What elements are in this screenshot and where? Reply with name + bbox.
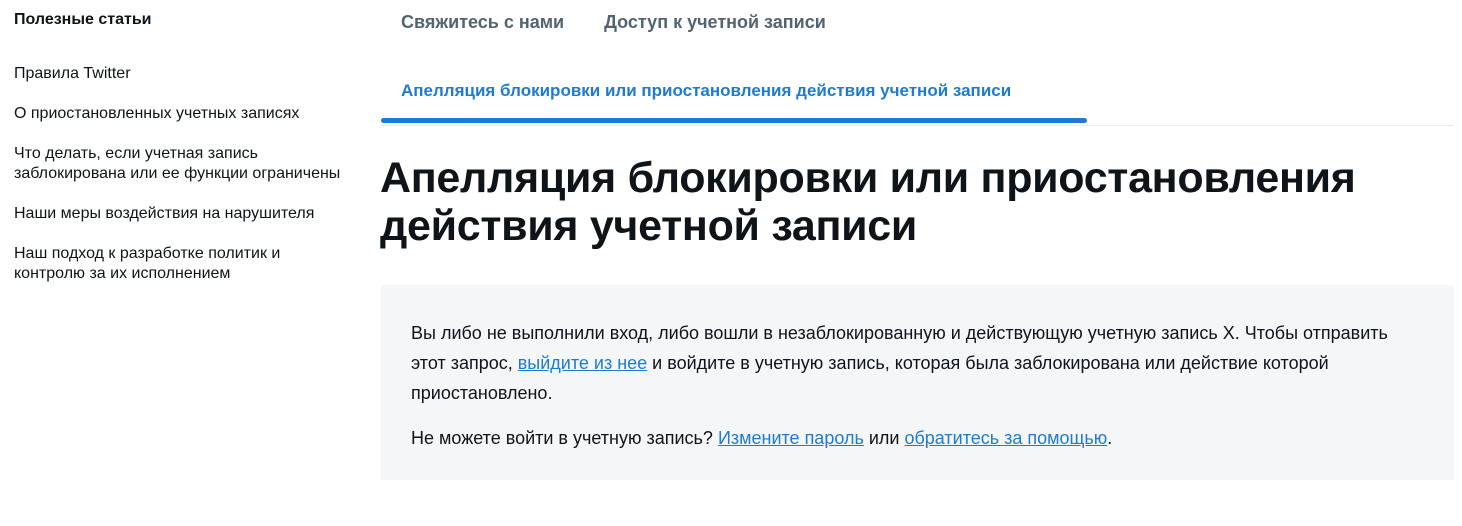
nav-account-access[interactable]: Доступ к учетной записи [604,12,826,32]
sidebar-item-suspended-accounts[interactable]: О приостановленных учетных записях [14,104,344,124]
sidebar-item-policy-approach[interactable]: Наш подход к разработке политик и контро… [14,244,344,284]
notice-text: Не можете войти в учетную запись? [411,428,718,448]
notice-paragraph-2: Не можете войти в учетную запись? Измени… [411,423,1424,453]
page-title: Апелляция блокировки или приостановления… [380,154,1356,250]
get-help-link[interactable]: обратитесь за помощью [904,428,1107,448]
sub-tab-bar: Апелляция блокировки или приостановления… [381,76,1454,126]
active-tab-indicator [381,118,1087,123]
help-page: Полезные статьи Правила Twitter О приост… [0,0,1462,526]
sidebar-item-twitter-rules[interactable]: Правила Twitter [14,64,344,84]
sidebar-item-locked-account[interactable]: Что делать, если учетная запись заблокир… [14,144,344,184]
reset-password-link[interactable]: Измените пароль [718,428,864,448]
tab-appeal[interactable]: Апелляция блокировки или приостановления… [381,76,1087,125]
sidebar-item-enforcement-options[interactable]: Наши меры воздействия на нарушителя [14,204,344,224]
notice-box: Вы либо не выполнили вход, либо вошли в … [381,285,1454,480]
sidebar-heading: Полезные статьи [14,11,152,28]
top-nav: Свяжитесь с нами Доступ к учетной записи [401,12,826,32]
sidebar-list: Правила Twitter О приостановленных учетн… [14,64,344,284]
sidebar: Полезные статьи Правила Twitter О приост… [14,10,344,304]
notice-text: . [1107,428,1113,448]
tab-appeal-label: Апелляция блокировки или приостановления… [401,81,1012,100]
log-out-link[interactable]: выйдите из нее [518,353,647,373]
notice-paragraph-1: Вы либо не выполнили вход, либо вошли в … [411,318,1424,408]
notice-text: или [863,428,905,448]
nav-contact-us[interactable]: Свяжитесь с нами [401,12,564,32]
